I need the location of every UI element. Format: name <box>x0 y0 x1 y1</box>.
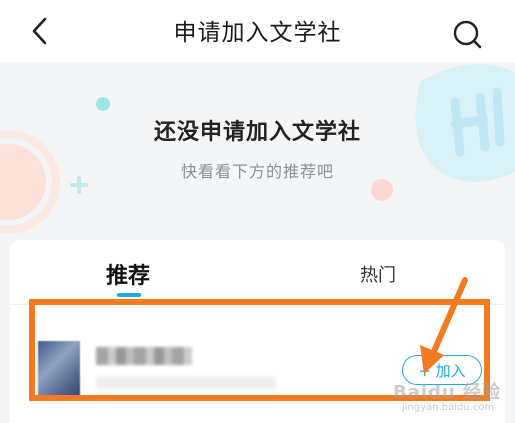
decorative-background <box>0 64 515 234</box>
divider <box>10 304 505 305</box>
search-button[interactable] <box>450 17 484 51</box>
empty-state-subtitle: 快看看下方的推荐吧 <box>180 162 334 181</box>
empty-state-banner: 还没申请加入文学社 快看看下方的推荐吧 <box>0 62 515 240</box>
top-bar: 申请加入文学社 <box>0 0 515 62</box>
blurred-club-name <box>96 347 192 365</box>
active-tab-indicator <box>117 293 141 297</box>
page-title: 申请加入文学社 <box>173 20 342 46</box>
tab-hot[interactable]: 热门 <box>360 261 396 287</box>
tab-recommend[interactable]: 推荐 <box>106 258 150 290</box>
empty-state-title: 还没申请加入文学社 <box>153 120 361 145</box>
blurred-club-info <box>96 377 276 389</box>
watermark-logo: Baidu 经验 <box>393 382 502 403</box>
avatar <box>38 341 80 397</box>
search-icon <box>453 20 482 49</box>
watermark-url: jingyan.baidu.com <box>402 402 495 413</box>
